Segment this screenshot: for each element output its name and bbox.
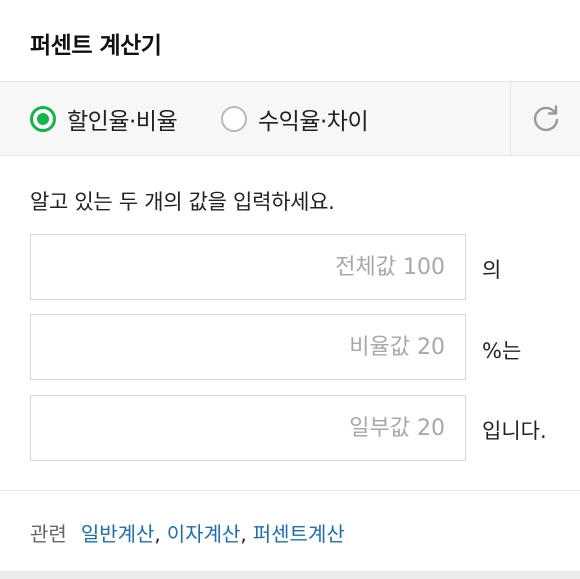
section-divider	[0, 490, 580, 491]
total-value-input[interactable]	[31, 235, 465, 299]
total-value-field[interactable]	[30, 234, 466, 300]
instruction-text: 알고 있는 두 개의 값을 입력하세요.	[30, 190, 335, 214]
percent-calculator-card: 퍼센트 계산기 할인율·비율 수익율·차이 알고 있는 두 개의 값을 입력하세…	[0, 0, 580, 579]
link-separator: ,	[154, 522, 161, 546]
calculator-title: 퍼센트 계산기	[30, 33, 162, 59]
mode-radio-profit-difference[interactable]: 수익율·차이	[221, 103, 369, 135]
ratio-value-field[interactable]	[30, 314, 466, 380]
mode-radio-discount-ratio[interactable]: 할인율·비율	[30, 103, 178, 135]
mode-label-discount-ratio: 할인율·비율	[67, 109, 178, 135]
related-label: 관련	[30, 522, 67, 546]
link-general-calc[interactable]: 일반계산	[81, 522, 155, 546]
mode-selector: 할인율·비율 수익율·차이	[0, 82, 580, 156]
total-value-suffix: 의	[482, 258, 502, 282]
part-value-input[interactable]	[31, 396, 465, 460]
link-percent-calc[interactable]: 퍼센트계산	[253, 522, 345, 546]
ratio-value-input[interactable]	[31, 315, 465, 379]
refresh-icon	[533, 104, 558, 131]
mode-label-profit-difference: 수익율·차이	[258, 109, 369, 135]
ratio-value-suffix: %는	[482, 339, 522, 363]
part-value-suffix: 입니다.	[482, 419, 547, 443]
related-links: 관련 일반계산, 이자계산, 퍼센트계산	[30, 518, 345, 547]
link-interest-calc[interactable]: 이자계산	[167, 522, 241, 546]
part-value-field[interactable]	[30, 395, 466, 461]
link-separator: ,	[240, 522, 247, 546]
radio-unselected-icon[interactable]	[221, 106, 247, 132]
radio-selected-icon[interactable]	[30, 106, 56, 132]
refresh-button[interactable]	[510, 82, 580, 155]
bottom-strip	[0, 571, 580, 579]
calculator-header: 퍼센트 계산기	[0, 0, 580, 82]
